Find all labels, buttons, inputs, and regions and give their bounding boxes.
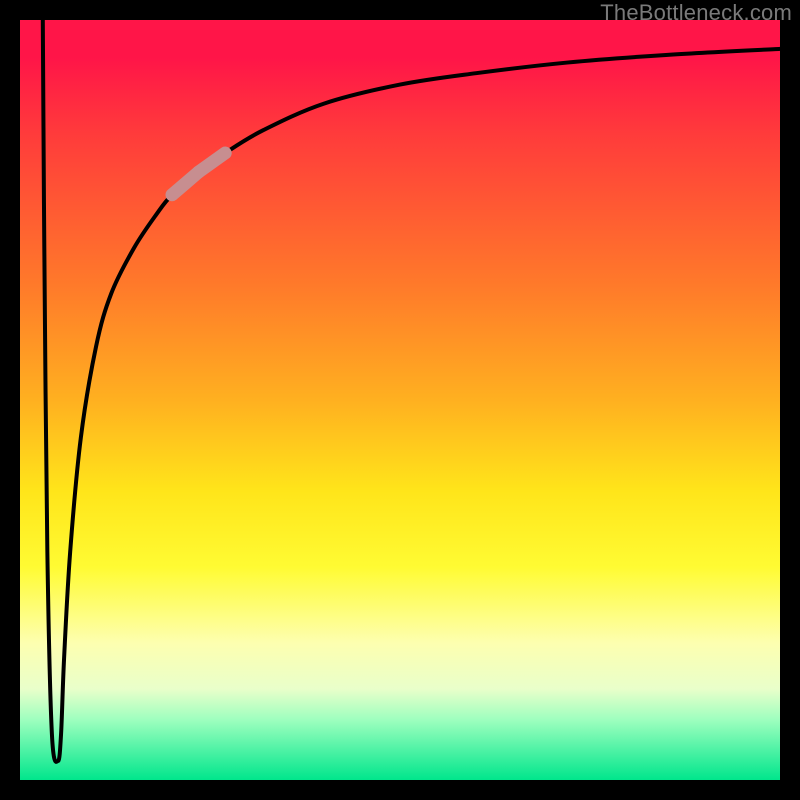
highlight-segment-b: [199, 153, 226, 172]
plot-area: [20, 20, 780, 780]
curve-svg: [20, 20, 780, 780]
main-curve: [43, 20, 780, 762]
chart-frame: TheBottleneck.com: [0, 0, 800, 800]
